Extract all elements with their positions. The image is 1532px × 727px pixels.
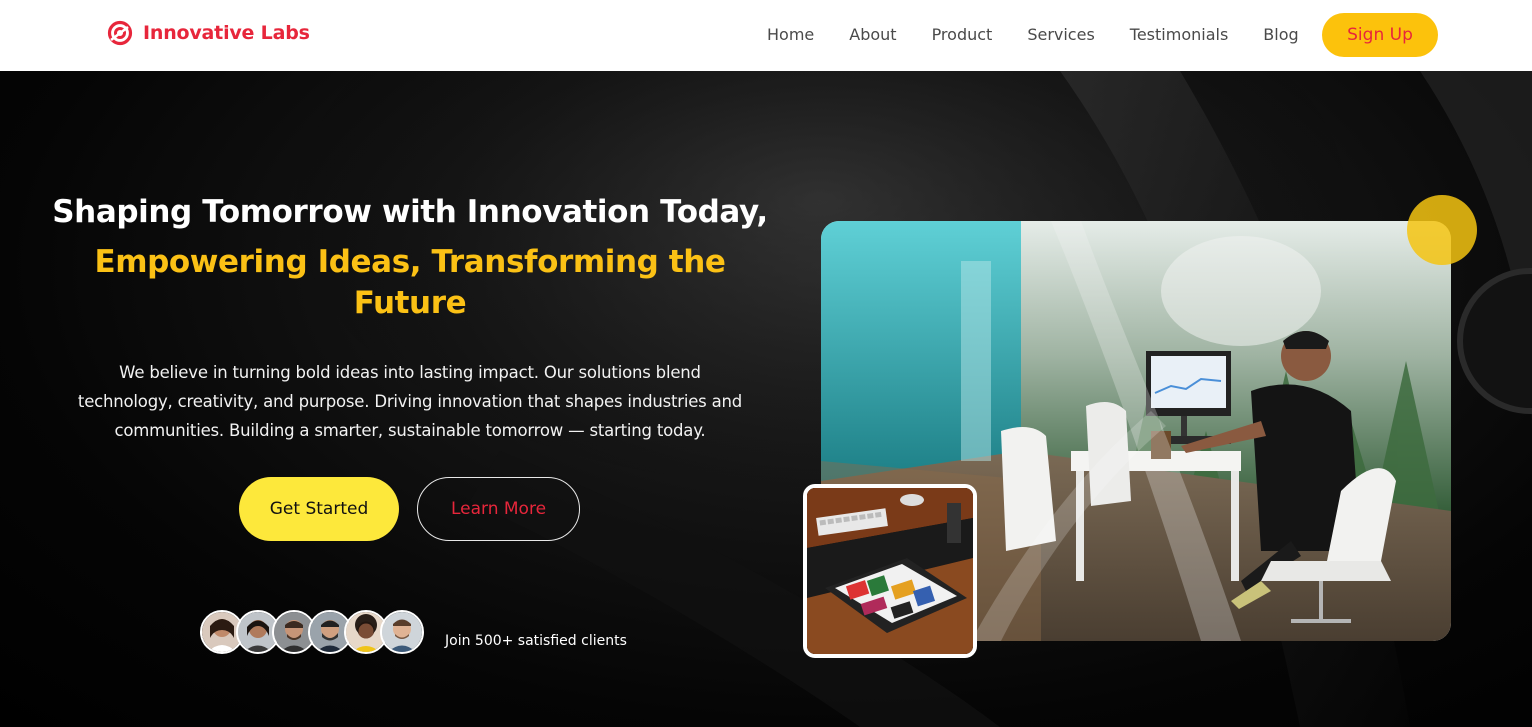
desk-thumbnail-photo: [803, 484, 977, 658]
learn-more-button[interactable]: Learn More: [417, 477, 580, 541]
brand-name: Innovative Labs: [143, 22, 310, 44]
signup-button[interactable]: Sign Up: [1322, 13, 1438, 57]
nav-link-testimonials[interactable]: Testimonials: [1130, 25, 1229, 44]
nav-link-about[interactable]: About: [849, 25, 896, 44]
client-avatar: [380, 610, 424, 654]
hero-headline: Shaping Tomorrow with Innovation Today,: [52, 194, 768, 230]
nav-link-home[interactable]: Home: [767, 25, 814, 44]
ring-logo-icon: [107, 20, 133, 46]
nav-link-product[interactable]: Product: [932, 25, 993, 44]
decorative-circle: [1407, 195, 1477, 265]
top-navbar: Innovative Labs Home About Product Servi…: [0, 0, 1532, 71]
hero-subheadline: Empowering Ideas, Transforming the Futur…: [94, 244, 726, 321]
nav-link-services[interactable]: Services: [1027, 25, 1094, 44]
get-started-button[interactable]: Get Started: [239, 477, 399, 541]
hero-description: We believe in turning bold ideas into la…: [77, 363, 743, 440]
clients-text: Join 500+ satisfied clients: [445, 633, 627, 649]
nav-links: Home About Product Services Testimonials…: [767, 25, 1299, 44]
brand[interactable]: Innovative Labs: [107, 20, 310, 46]
hero-section: Shaping Tomorrow with Innovation Today, …: [0, 71, 1532, 727]
nav-link-blog[interactable]: Blog: [1263, 25, 1298, 44]
